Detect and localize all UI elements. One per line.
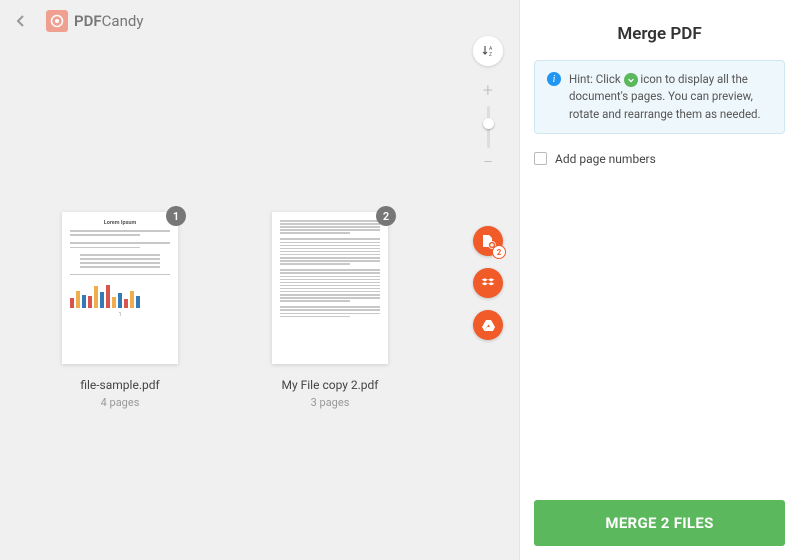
file-card[interactable]: 2 My File copy 2.pdf 3 pages xyxy=(270,212,390,409)
zoom-slider[interactable] xyxy=(487,106,490,148)
file-card[interactable]: 1 Lorem Ipsum 1 file-sample.pdf 4 xyxy=(60,212,180,409)
header: PDFCandy xyxy=(0,0,519,42)
hint-box: i Hint: Click icon to display all the do… xyxy=(534,60,785,134)
zoom-in-button[interactable]: + xyxy=(483,78,493,104)
file-count-badge: 2 xyxy=(492,245,506,259)
google-drive-button[interactable] xyxy=(473,310,503,340)
panel-title: Merge PDF xyxy=(534,24,785,44)
hint-text: Hint: Click icon to display all the docu… xyxy=(569,71,772,123)
file-name: My File copy 2.pdf xyxy=(282,378,379,392)
file-thumbnail[interactable]: Lorem Ipsum 1 xyxy=(62,212,178,364)
file-name: file-sample.pdf xyxy=(80,378,159,392)
checkbox-label: Add page numbers xyxy=(555,152,656,166)
info-icon: i xyxy=(547,72,561,86)
order-badge: 2 xyxy=(376,206,396,226)
sort-button[interactable]: AZ xyxy=(473,36,503,66)
checkbox[interactable] xyxy=(534,152,547,165)
merge-button[interactable]: MERGE 2 FILES xyxy=(534,500,785,546)
zoom-control: + − xyxy=(483,78,493,176)
file-thumbnail[interactable] xyxy=(272,212,388,364)
zoom-out-button[interactable]: − xyxy=(483,150,493,176)
add-file-button[interactable]: 2 xyxy=(473,226,503,256)
chart-icon xyxy=(70,284,170,308)
logo-text: PDFCandy xyxy=(74,12,143,30)
back-button[interactable] xyxy=(14,14,28,28)
logo: PDFCandy xyxy=(46,10,143,32)
zoom-thumb[interactable] xyxy=(483,118,494,129)
files-area: 1 Lorem Ipsum 1 file-sample.pdf 4 xyxy=(0,42,519,409)
dropbox-button[interactable] xyxy=(473,268,503,298)
file-pages: 3 pages xyxy=(311,396,350,409)
svg-text:Z: Z xyxy=(489,52,492,58)
file-pages: 4 pages xyxy=(101,396,140,409)
logo-icon xyxy=(46,10,68,32)
expand-icon xyxy=(624,73,638,87)
right-panel: Merge PDF i Hint: Click icon to display … xyxy=(519,0,799,560)
order-badge: 1 xyxy=(166,206,186,226)
add-page-numbers-option[interactable]: Add page numbers xyxy=(534,152,785,166)
